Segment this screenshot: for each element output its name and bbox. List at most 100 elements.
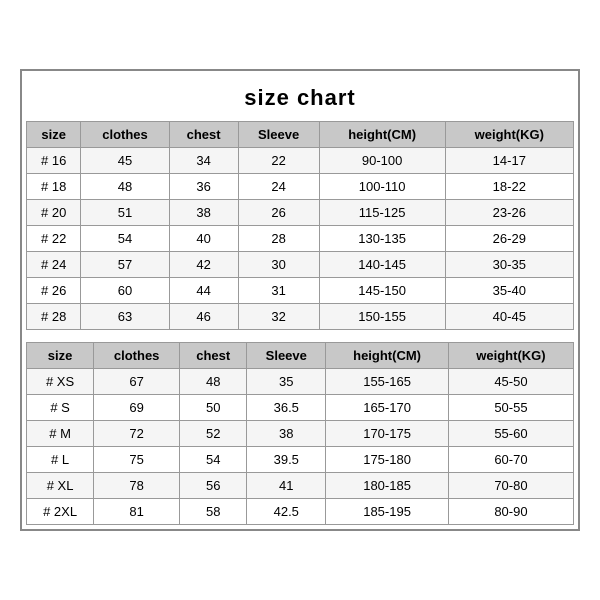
table-cell: 55-60 [448, 421, 573, 447]
table-cell: 38 [169, 200, 238, 226]
table-row: # 24574230140-14530-35 [27, 252, 574, 278]
table-cell: 24 [238, 174, 319, 200]
table2-col-header: weight(KG) [448, 343, 573, 369]
table-cell: 30-35 [445, 252, 573, 278]
table-cell: 72 [94, 421, 180, 447]
table-cell: 70-80 [448, 473, 573, 499]
table-cell: # 28 [27, 304, 81, 330]
table-cell: 150-155 [319, 304, 445, 330]
table-cell: 40-45 [445, 304, 573, 330]
table2-col-header: Sleeve [247, 343, 326, 369]
table-cell: 170-175 [326, 421, 449, 447]
table1-col-header: size [27, 122, 81, 148]
table-cell: 30 [238, 252, 319, 278]
table-cell: 34 [169, 148, 238, 174]
table-cell: 75 [94, 447, 180, 473]
table-cell: # M [27, 421, 94, 447]
table1-header-row: sizeclotheschestSleeveheight(CM)weight(K… [27, 122, 574, 148]
table-cell: 54 [180, 447, 247, 473]
table-cell: 54 [81, 226, 169, 252]
table-cell: 69 [94, 395, 180, 421]
table-cell: 42 [169, 252, 238, 278]
table-row: # XS674835155-16545-50 [27, 369, 574, 395]
table-row: # 1645342290-10014-17 [27, 148, 574, 174]
table-cell: 51 [81, 200, 169, 226]
table-row: # S695036.5165-17050-55 [27, 395, 574, 421]
table-cell: 45-50 [448, 369, 573, 395]
table-cell: 23-26 [445, 200, 573, 226]
table-cell: 36.5 [247, 395, 326, 421]
table-cell: 52 [180, 421, 247, 447]
table-cell: 14-17 [445, 148, 573, 174]
table-cell: 28 [238, 226, 319, 252]
table-cell: 100-110 [319, 174, 445, 200]
table-cell: 140-145 [319, 252, 445, 278]
table-cell: 81 [94, 499, 180, 525]
table-cell: 57 [81, 252, 169, 278]
table-cell: 80-90 [448, 499, 573, 525]
table-cell: 56 [180, 473, 247, 499]
table1-col-header: chest [169, 122, 238, 148]
table-cell: 63 [81, 304, 169, 330]
table-cell: 58 [180, 499, 247, 525]
table-cell: 115-125 [319, 200, 445, 226]
table-cell: 155-165 [326, 369, 449, 395]
table-cell: # 20 [27, 200, 81, 226]
table-cell: 165-170 [326, 395, 449, 421]
table-cell: 78 [94, 473, 180, 499]
table-row: # XL785641180-18570-80 [27, 473, 574, 499]
table-cell: 180-185 [326, 473, 449, 499]
table-cell: 39.5 [247, 447, 326, 473]
table-cell: 18-22 [445, 174, 573, 200]
table-cell: 50 [180, 395, 247, 421]
table-cell: 45 [81, 148, 169, 174]
table-cell: 60-70 [448, 447, 573, 473]
table2-col-header: height(CM) [326, 343, 449, 369]
table-cell: # S [27, 395, 94, 421]
size-table-1: sizeclotheschestSleeveheight(CM)weight(K… [26, 121, 574, 330]
table1-col-header: weight(KG) [445, 122, 573, 148]
table-cell: 175-180 [326, 447, 449, 473]
table-cell: 42.5 [247, 499, 326, 525]
chart-title: size chart [22, 71, 578, 121]
table-cell: 60 [81, 278, 169, 304]
table-cell: 32 [238, 304, 319, 330]
table-cell: # 16 [27, 148, 81, 174]
table-cell: 50-55 [448, 395, 573, 421]
table-cell: # 22 [27, 226, 81, 252]
table-cell: 41 [247, 473, 326, 499]
table-cell: # 2XL [27, 499, 94, 525]
table-cell: 48 [180, 369, 247, 395]
table-row: # 18483624100-11018-22 [27, 174, 574, 200]
table-cell: 67 [94, 369, 180, 395]
table-cell: 48 [81, 174, 169, 200]
table-cell: # XS [27, 369, 94, 395]
table-row: # 2XL815842.5185-19580-90 [27, 499, 574, 525]
table-cell: 130-135 [319, 226, 445, 252]
table1-col-header: clothes [81, 122, 169, 148]
table-cell: 26 [238, 200, 319, 226]
table-cell: 90-100 [319, 148, 445, 174]
table2-col-header: size [27, 343, 94, 369]
table-row: # 28634632150-15540-45 [27, 304, 574, 330]
size-chart-container: size chart sizeclotheschestSleeveheight(… [20, 69, 580, 531]
table-cell: 185-195 [326, 499, 449, 525]
table-cell: 38 [247, 421, 326, 447]
table-cell: 22 [238, 148, 319, 174]
table-cell: 40 [169, 226, 238, 252]
table-cell: # XL [27, 473, 94, 499]
table-cell: # 24 [27, 252, 81, 278]
table-row: # 20513826115-12523-26 [27, 200, 574, 226]
table-cell: # 26 [27, 278, 81, 304]
table1-col-header: height(CM) [319, 122, 445, 148]
size-table-2: sizeclotheschestSleeveheight(CM)weight(K… [26, 342, 574, 525]
table-cell: 26-29 [445, 226, 573, 252]
table-row: # M725238170-17555-60 [27, 421, 574, 447]
table2-col-header: clothes [94, 343, 180, 369]
table-row: # 22544028130-13526-29 [27, 226, 574, 252]
table-cell: 35 [247, 369, 326, 395]
table-cell: 36 [169, 174, 238, 200]
table2-col-header: chest [180, 343, 247, 369]
table-cell: 35-40 [445, 278, 573, 304]
table-cell: 46 [169, 304, 238, 330]
